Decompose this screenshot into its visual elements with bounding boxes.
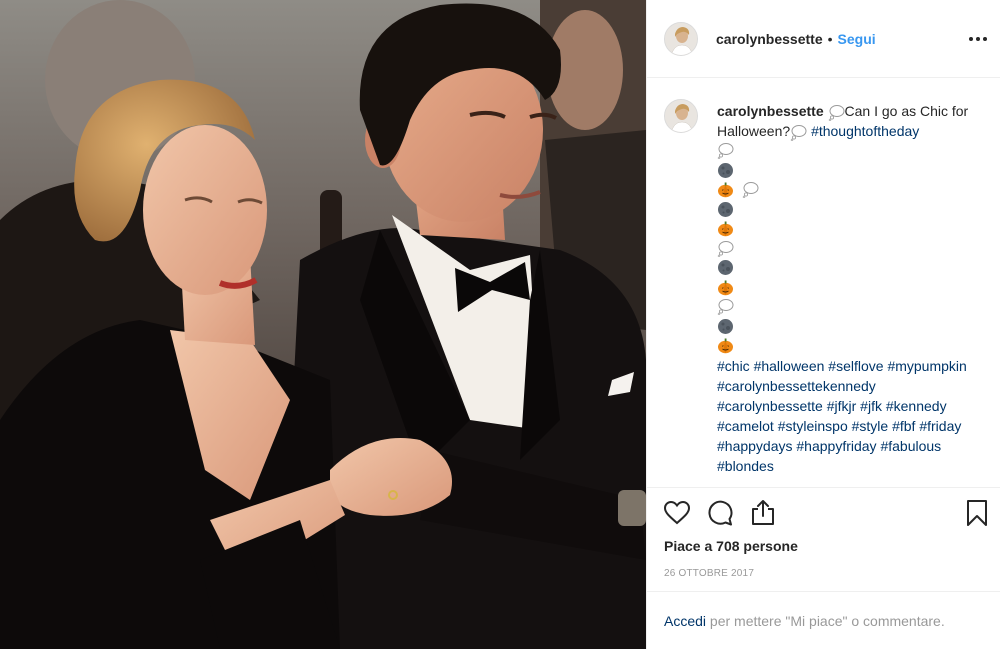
post-photo-image xyxy=(0,0,646,649)
pumpkin-icon xyxy=(717,181,734,198)
post-header: carolynbessette • Segui xyxy=(647,0,1000,78)
thought-balloon-icon xyxy=(742,181,759,199)
caption-avatar[interactable] xyxy=(664,99,698,133)
new-moon-icon xyxy=(717,162,734,179)
post-date[interactable]: 26 OTTOBRE 2017 xyxy=(664,568,754,579)
pumpkin-icon xyxy=(717,220,734,237)
comments-area[interactable]: carolynbessette Can I go as Chic for Hal… xyxy=(647,79,1000,487)
emoji-line xyxy=(717,219,979,239)
emoji-line xyxy=(717,200,979,220)
new-moon-icon xyxy=(717,318,734,335)
likes-count[interactable]: Piace a 708 persone xyxy=(664,538,798,554)
thought-balloon-icon xyxy=(828,104,845,121)
emoji-line xyxy=(717,278,979,298)
follow-button[interactable]: Segui xyxy=(838,31,876,47)
pumpkin-icon xyxy=(717,279,734,296)
login-prompt: Accedi per mettere "Mi piace" o commenta… xyxy=(647,591,1000,649)
comment-icon[interactable] xyxy=(706,499,734,527)
emoji-line xyxy=(717,297,979,317)
emoji-line xyxy=(717,317,979,337)
thought-balloon-icon xyxy=(790,124,807,141)
avatar[interactable] xyxy=(664,21,698,56)
post-actions: Piace a 708 persone 26 OTTOBRE 2017 Acce… xyxy=(647,487,1000,649)
emoji-line xyxy=(717,239,979,259)
emoji-line xyxy=(717,180,979,200)
emoji-line xyxy=(717,161,979,181)
thought-balloon-icon xyxy=(717,240,734,257)
header-username[interactable]: carolynbessette xyxy=(716,31,823,47)
more-options-icon[interactable] xyxy=(967,28,989,50)
new-moon-icon xyxy=(717,201,734,218)
new-moon-icon xyxy=(717,259,734,276)
post-photo xyxy=(0,0,646,649)
share-icon[interactable] xyxy=(749,499,777,527)
login-text: per mettere "Mi piace" o commentare. xyxy=(706,613,945,629)
post-side-panel: carolynbessette • Segui carolynbessette … xyxy=(646,0,1000,649)
caption-username[interactable]: carolynbessette xyxy=(717,103,824,119)
hashtag-link[interactable]: #thoughtoftheday xyxy=(811,123,919,139)
emoji-line xyxy=(717,336,979,356)
login-link[interactable]: Accedi xyxy=(664,613,706,629)
hashtags-block[interactable]: #chic #halloween #selflove #mypumpkin #c… xyxy=(717,356,979,476)
separator-dot: • xyxy=(827,30,833,47)
thought-balloon-icon xyxy=(717,142,734,160)
emoji-line xyxy=(717,258,979,278)
heart-icon[interactable] xyxy=(663,499,691,527)
emoji-line xyxy=(717,141,979,161)
thought-balloon-icon xyxy=(717,298,734,316)
caption-comment: carolynbessette Can I go as Chic for Hal… xyxy=(664,99,985,476)
emoji-lines xyxy=(717,141,979,356)
action-icons xyxy=(663,499,987,529)
caption-text: carolynbessette Can I go as Chic for Hal… xyxy=(717,101,979,476)
bookmark-icon[interactable] xyxy=(963,499,991,527)
pumpkin-icon xyxy=(717,337,734,354)
